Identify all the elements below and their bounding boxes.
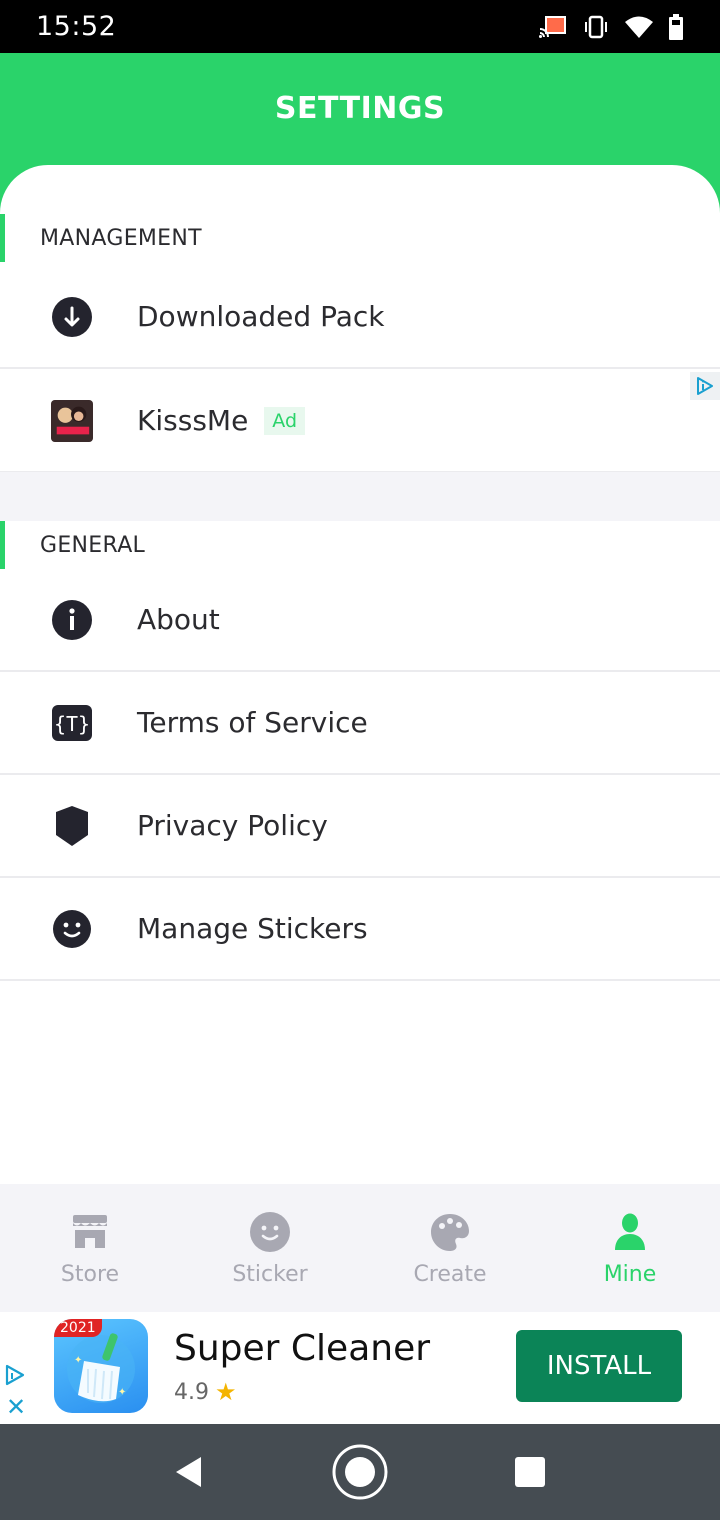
status-icons bbox=[538, 13, 684, 40]
tab-label: Create bbox=[413, 1262, 487, 1287]
row-label: About bbox=[137, 603, 220, 636]
vibrate-icon bbox=[582, 15, 610, 39]
row-label: Terms of Service bbox=[137, 706, 368, 739]
wifi-icon bbox=[624, 15, 654, 39]
row-terms-of-service[interactable]: {T} Terms of Service bbox=[0, 672, 720, 775]
svg-text:✦: ✦ bbox=[74, 1355, 82, 1366]
recents-icon[interactable] bbox=[482, 1424, 578, 1520]
tab-label: Mine bbox=[603, 1262, 657, 1287]
status-time: 15:52 bbox=[36, 11, 117, 42]
svg-text:{T}: {T} bbox=[54, 712, 90, 736]
section-general-header: GENERAL bbox=[0, 521, 720, 569]
back-icon[interactable] bbox=[140, 1424, 236, 1520]
row-label: KisssMe bbox=[137, 404, 249, 437]
ad-rating: 4.9 ★ bbox=[174, 1378, 237, 1406]
system-nav-bar bbox=[0, 1424, 720, 1520]
app-icon[interactable]: ✦ ✦ 2021 bbox=[54, 1319, 148, 1413]
battery-icon bbox=[668, 13, 684, 40]
tab-store[interactable]: Store bbox=[0, 1184, 180, 1312]
cast-icon bbox=[538, 15, 568, 39]
star-icon: ★ bbox=[215, 1378, 237, 1406]
rating-value: 4.9 bbox=[174, 1379, 209, 1405]
adchoices-icon[interactable] bbox=[690, 372, 720, 400]
tab-label: Store bbox=[60, 1262, 120, 1287]
section-accent-bar bbox=[0, 521, 5, 569]
sticker-icon bbox=[248, 1210, 292, 1254]
row-ad-kisssme[interactable]: KisssMe Ad bbox=[0, 370, 720, 473]
bottom-nav: Store Sticker Create Mine bbox=[0, 1184, 720, 1312]
tab-label: Sticker bbox=[232, 1262, 308, 1287]
status-bar: 15:52 bbox=[0, 0, 720, 53]
app-thumbnail bbox=[51, 399, 93, 442]
info-icon bbox=[51, 599, 93, 641]
row-privacy-policy[interactable]: Privacy Policy bbox=[0, 775, 720, 878]
page-title: SETTINGS bbox=[274, 91, 446, 126]
ad-badge: Ad bbox=[264, 406, 306, 435]
section-management-header: MANAGEMENT bbox=[0, 214, 720, 262]
row-label: Downloaded Pack bbox=[137, 300, 385, 333]
section-label: GENERAL bbox=[40, 532, 146, 558]
tab-mine[interactable]: Mine bbox=[540, 1184, 720, 1312]
adchoices-icon[interactable] bbox=[4, 1364, 26, 1391]
section-label: MANAGEMENT bbox=[40, 225, 202, 251]
row-label: Privacy Policy bbox=[137, 809, 328, 842]
row-label: Manage Stickers bbox=[137, 912, 368, 945]
ad-title[interactable]: Super Cleaner bbox=[174, 1328, 430, 1369]
home-icon[interactable] bbox=[312, 1424, 408, 1520]
tab-sticker[interactable]: Sticker bbox=[180, 1184, 360, 1312]
store-icon bbox=[68, 1210, 112, 1254]
row-manage-stickers[interactable]: Manage Stickers bbox=[0, 878, 720, 981]
banner-ad[interactable]: ✕ ✦ ✦ 2021 Super Cleaner 4.9 ★ INSTALL bbox=[0, 1312, 720, 1424]
person-icon bbox=[608, 1210, 652, 1254]
install-button[interactable]: INSTALL bbox=[516, 1330, 682, 1402]
close-icon[interactable]: ✕ bbox=[6, 1396, 26, 1420]
row-about[interactable]: About bbox=[0, 569, 720, 672]
palette-icon bbox=[428, 1210, 472, 1254]
row-downloaded-pack[interactable]: Downloaded Pack bbox=[0, 266, 720, 369]
download-icon bbox=[51, 296, 93, 338]
section-divider bbox=[0, 472, 720, 521]
shield-icon bbox=[51, 805, 93, 847]
section-accent-bar bbox=[0, 214, 5, 262]
terms-icon: {T} bbox=[51, 702, 93, 744]
tab-create[interactable]: Create bbox=[360, 1184, 540, 1312]
smiley-icon bbox=[51, 908, 93, 950]
year-badge: 2021 bbox=[54, 1319, 102, 1337]
svg-text:✦: ✦ bbox=[118, 1387, 126, 1398]
